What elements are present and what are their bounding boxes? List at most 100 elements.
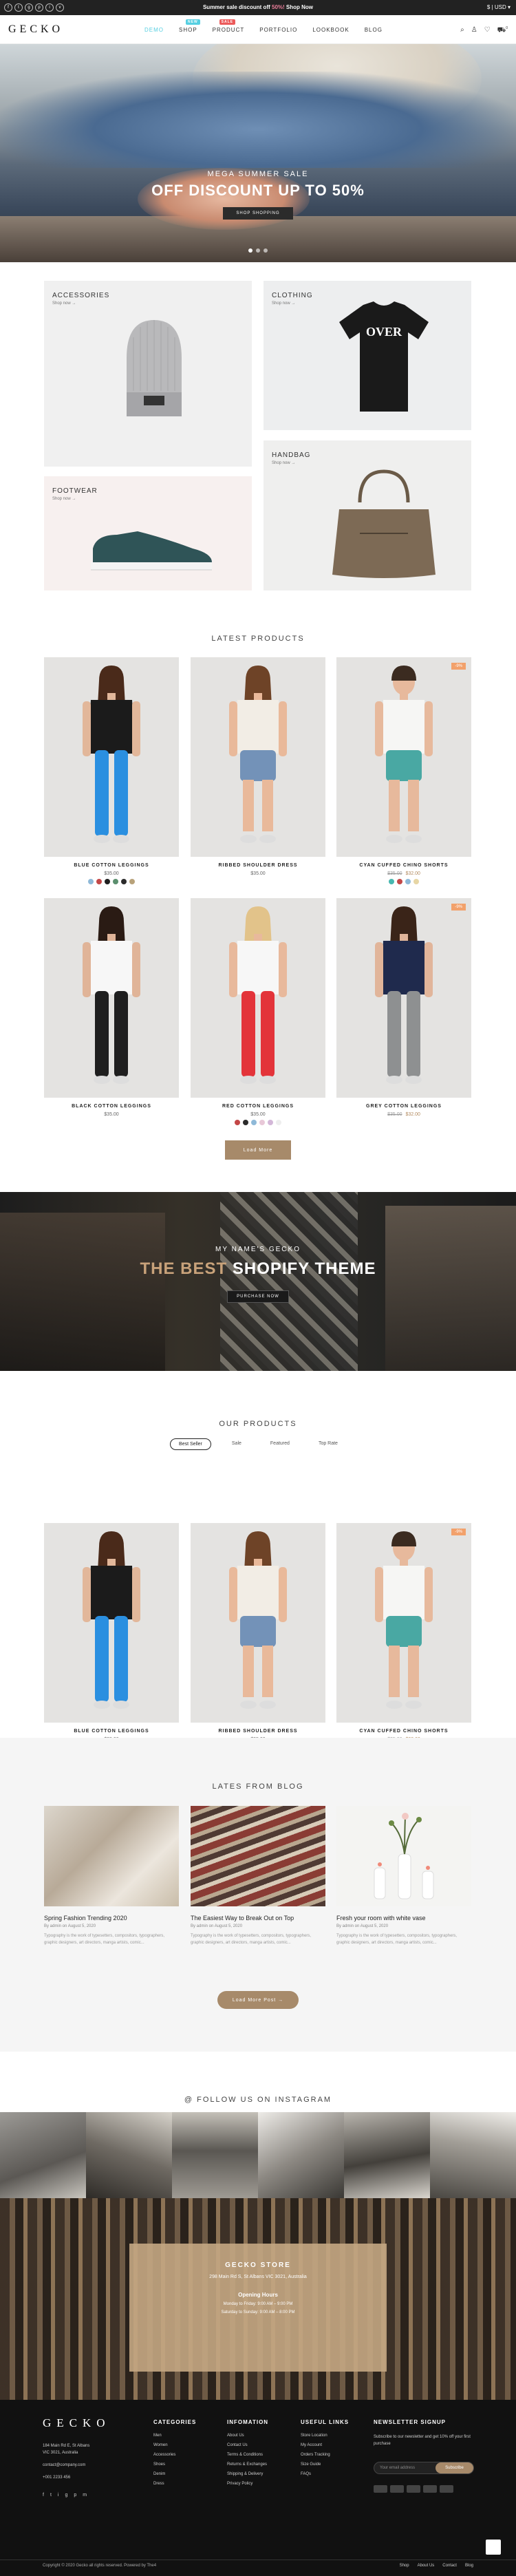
color-swatch[interactable] bbox=[96, 879, 102, 884]
nav-item-demo[interactable]: DEMO bbox=[144, 27, 164, 33]
blog-post-title[interactable]: Fresh your room with white vase bbox=[336, 1915, 426, 1922]
instagram-icon[interactable]: i bbox=[58, 2493, 59, 2498]
slider-dot[interactable] bbox=[256, 248, 260, 253]
purchase-button[interactable]: PURCHASE NOW bbox=[227, 1290, 289, 1303]
footer-link[interactable]: Store Location bbox=[301, 2434, 349, 2438]
color-swatch[interactable] bbox=[251, 1120, 257, 1125]
google-icon[interactable]: g bbox=[65, 2493, 67, 2498]
blog-post[interactable]: The Easiest Way to Break Out on Top By a… bbox=[191, 1806, 325, 1957]
footer-bottom-link[interactable]: Shop bbox=[400, 2564, 409, 2568]
product-image[interactable] bbox=[336, 898, 471, 1098]
footer-link[interactable]: Orders Tracking bbox=[301, 2453, 349, 2457]
product-name[interactable]: RED COTTON LEGGINGS bbox=[191, 1104, 325, 1109]
facebook-icon[interactable]: f bbox=[43, 2493, 44, 2498]
category-accessories[interactable]: ACCESSORIES Shop now → bbox=[44, 281, 252, 467]
color-swatch[interactable] bbox=[88, 879, 94, 884]
footer-bottom-link[interactable]: Blog bbox=[465, 2564, 473, 2568]
shop-now-link[interactable]: Shop now → bbox=[52, 497, 76, 501]
product-image[interactable] bbox=[44, 1523, 179, 1723]
color-swatch[interactable] bbox=[235, 1120, 240, 1125]
load-more-posts-button[interactable]: Load More Post → bbox=[217, 1991, 299, 2009]
color-swatch[interactable] bbox=[113, 879, 118, 884]
tab-top-rate[interactable]: Top Rate bbox=[310, 1438, 346, 1450]
color-swatch[interactable] bbox=[121, 879, 127, 884]
category-handbag[interactable]: HANDBAG Shop now → bbox=[264, 440, 471, 590]
product-name[interactable]: BLUE COTTON LEGGINGS bbox=[44, 1729, 179, 1734]
nav-item-shop[interactable]: SHOP NEW bbox=[179, 19, 200, 33]
user-icon[interactable]: ♙ bbox=[471, 26, 477, 35]
color-swatch[interactable] bbox=[268, 1120, 273, 1125]
product-image[interactable] bbox=[191, 1523, 325, 1723]
instagram-photo[interactable] bbox=[258, 2112, 344, 2198]
blog-post-image[interactable] bbox=[44, 1806, 179, 1906]
footer-bottom-link[interactable]: Contact bbox=[442, 2564, 457, 2568]
blog-post[interactable]: Spring Fashion Trending 2020 By admin on… bbox=[44, 1806, 179, 1957]
tab-featured[interactable]: Featured bbox=[262, 1438, 298, 1450]
footer-link[interactable]: Size Guide bbox=[301, 2462, 349, 2467]
color-swatch[interactable] bbox=[259, 1120, 265, 1125]
nav-item-lookbook[interactable]: LOOKBOOK bbox=[312, 27, 349, 33]
shop-now-link[interactable]: Shop Now bbox=[285, 4, 313, 10]
color-swatch[interactable] bbox=[413, 879, 419, 884]
footer-link[interactable]: Accessories bbox=[153, 2453, 196, 2457]
shop-now-link[interactable]: Shop now → bbox=[52, 301, 76, 306]
instagram-photo[interactable] bbox=[430, 2112, 516, 2198]
footer-link[interactable]: Shoes bbox=[153, 2462, 196, 2467]
footer-link[interactable]: Returns & Exchanges bbox=[227, 2462, 268, 2467]
footer-link[interactable]: Terms & Conditions bbox=[227, 2453, 268, 2457]
footer-link[interactable]: About Us bbox=[227, 2434, 268, 2438]
footer-link[interactable]: Denim bbox=[153, 2472, 196, 2476]
product-image[interactable] bbox=[44, 657, 179, 857]
color-swatch[interactable] bbox=[129, 879, 135, 884]
category-footwear[interactable]: FOOTWEAR Shop now → bbox=[44, 476, 252, 590]
blog-post-image[interactable] bbox=[336, 1806, 471, 1906]
hero-button[interactable]: SHOP SHOPPING bbox=[223, 207, 293, 220]
product-name[interactable]: BLUE COTTON LEGGINGS bbox=[44, 863, 179, 868]
blog-post-title[interactable]: The Easiest Way to Break Out on Top bbox=[191, 1915, 294, 1922]
footer-link[interactable]: Shipping & Delivery bbox=[227, 2472, 268, 2476]
color-swatch[interactable] bbox=[276, 1120, 281, 1125]
shop-now-link[interactable]: Shop now → bbox=[272, 461, 295, 465]
footer-bottom-link[interactable]: About Us bbox=[418, 2564, 435, 2568]
color-swatch[interactable] bbox=[243, 1120, 248, 1125]
blog-post-title[interactable]: Spring Fashion Trending 2020 bbox=[44, 1915, 127, 1922]
instagram-photo[interactable] bbox=[0, 2112, 86, 2198]
load-more-button[interactable]: Load More bbox=[225, 1140, 291, 1160]
footer-link[interactable]: Women bbox=[153, 2443, 196, 2447]
product-name[interactable]: CYAN CUFFED CHINO SHORTS bbox=[336, 863, 471, 868]
site-logo[interactable]: GECKO bbox=[8, 23, 63, 36]
color-swatch[interactable] bbox=[397, 879, 402, 884]
footer-email[interactable]: contact@company.com bbox=[43, 2462, 89, 2469]
category-clothing[interactable]: CLOTHING Shop now → OVER bbox=[264, 281, 471, 430]
blog-post-image[interactable] bbox=[191, 1806, 325, 1906]
footer-link[interactable]: Dress bbox=[153, 2482, 196, 2486]
product-name[interactable]: RIBBED SHOULDER DRESS bbox=[191, 863, 325, 868]
back-to-top-button[interactable] bbox=[486, 2540, 501, 2555]
blog-post[interactable]: Fresh your room with white vase By admin… bbox=[336, 1806, 471, 1957]
product-name[interactable]: RIBBED SHOULDER DRESS bbox=[191, 1729, 325, 1734]
slider-dot[interactable] bbox=[264, 248, 268, 253]
color-swatch[interactable] bbox=[105, 879, 110, 884]
product-image[interactable] bbox=[191, 657, 325, 857]
tab-sale[interactable]: Sale bbox=[224, 1438, 250, 1450]
product-image[interactable] bbox=[44, 898, 179, 1098]
slider-dot[interactable] bbox=[248, 248, 252, 253]
product-image[interactable] bbox=[336, 657, 471, 857]
subscribe-button[interactable]: Subscribe bbox=[436, 2462, 473, 2473]
heart-icon[interactable]: ♡ bbox=[484, 26, 491, 35]
product-card[interactable]: BLUE COTTON LEGGINGS $35.00 bbox=[44, 657, 179, 891]
product-name[interactable]: CYAN CUFFED CHINO SHORTS bbox=[336, 1729, 471, 1734]
nav-item-portfolio[interactable]: PORTFOLIO bbox=[259, 27, 297, 33]
product-card[interactable]: BLUE COTTON LEGGINGS $35.00 bbox=[44, 1523, 179, 1757]
color-swatch[interactable] bbox=[389, 879, 394, 884]
product-name[interactable]: GREY COTTON LEGGINGS bbox=[336, 1104, 471, 1109]
nav-item-blog[interactable]: BLOG bbox=[365, 27, 383, 33]
footer-link[interactable]: My Account bbox=[301, 2443, 349, 2447]
product-image[interactable] bbox=[191, 898, 325, 1098]
search-icon[interactable]: ⌕ bbox=[460, 26, 464, 35]
shop-now-link[interactable]: Shop now → bbox=[272, 301, 295, 306]
nav-item-product[interactable]: PRODUCT SALE bbox=[213, 19, 245, 33]
product-image[interactable] bbox=[336, 1523, 471, 1723]
product-card[interactable]: -9% CYAN CUFFED CHINO SHORTS $35.00 $32.… bbox=[336, 1523, 471, 1757]
twitter-icon[interactable]: t bbox=[50, 2493, 52, 2498]
